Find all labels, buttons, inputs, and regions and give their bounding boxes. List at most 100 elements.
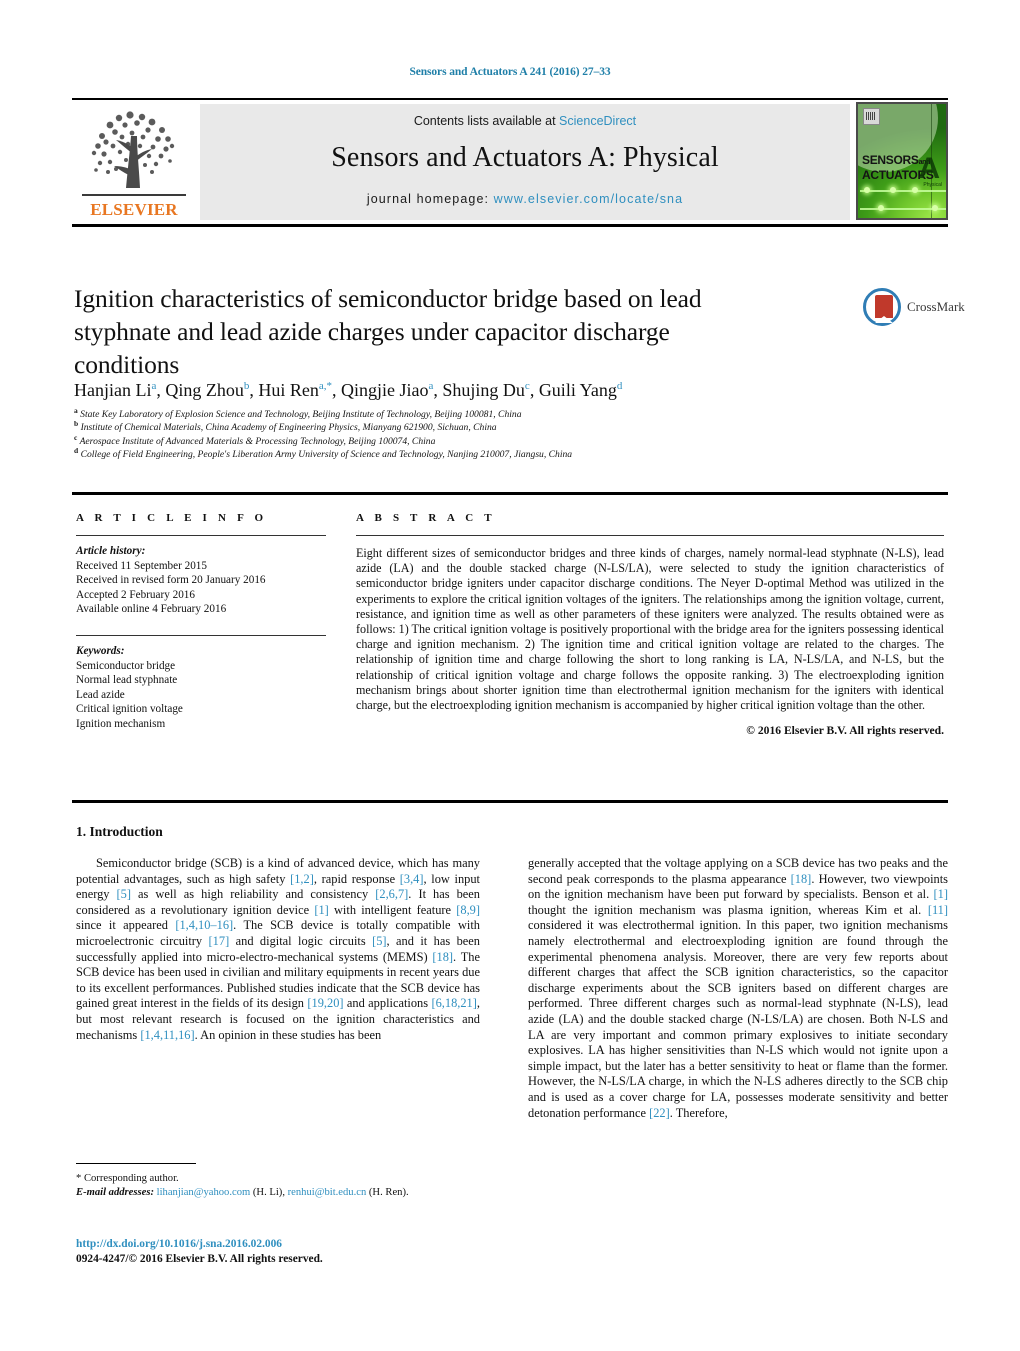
paper-page: Sensors and Actuators A 241 (2016) 27–33 <box>0 0 1020 1351</box>
citation-ref[interactable]: [1] <box>934 887 948 901</box>
author-name: Qing Zhou <box>165 380 244 400</box>
author-name: Hanjian Li <box>74 380 152 400</box>
doi-link[interactable]: http://dx.doi.org/10.1016/j.sna.2016.02.… <box>76 1237 506 1252</box>
abstract-column: A B S T R A C T Eight different sizes of… <box>356 512 944 737</box>
homepage-label: journal homepage: <box>366 192 494 206</box>
citation-ref[interactable]: [1,4,10–16] <box>175 918 233 932</box>
section-heading-introduction: 1. Introduction <box>76 824 163 839</box>
citation-ref[interactable]: [5] <box>117 887 131 901</box>
email-line: E-mail addresses: lihanjian@yahoo.com (H… <box>76 1186 496 1200</box>
crossmark-badge[interactable]: CrossMark <box>863 288 965 328</box>
author-affil-mark: d <box>616 380 623 392</box>
author-name: Shujing Du <box>442 380 525 400</box>
affiliation-text: Aerospace Institute of Advanced Material… <box>77 435 436 447</box>
article-history-label: Article history: <box>76 545 146 557</box>
cover-network-dot <box>890 187 896 193</box>
author-name: Hui Ren <box>258 380 319 400</box>
keyword-item: Normal lead styphnate <box>76 674 178 687</box>
journal-masthead: ELSEVIER Contents lists available at Sci… <box>72 98 948 228</box>
keyword-item: Ignition mechanism <box>76 717 166 730</box>
body-text: since it appeared <box>76 918 176 933</box>
cover-network-dot <box>864 187 870 193</box>
contents-available-line: Contents lists available at ScienceDirec… <box>200 114 850 128</box>
sciencedirect-link[interactable]: ScienceDirect <box>559 114 636 128</box>
citation-ref[interactable]: [2,6,7] <box>375 887 408 901</box>
body-text: thought the ignition mechanism was plasm… <box>528 902 928 917</box>
intro-paragraph-right: generally accepted that the voltage appl… <box>528 856 948 1121</box>
keyword-item: Critical ignition voltage <box>76 703 183 716</box>
homepage-url-link[interactable]: www.elsevier.com/locate/sna <box>494 192 684 206</box>
author-name: Guili Yang <box>538 380 617 400</box>
history-lines: Received 11 September 2015 Received in re… <box>76 560 266 616</box>
doi-block: http://dx.doi.org/10.1016/j.sna.2016.02.… <box>76 1237 506 1267</box>
keyword-item: Semiconductor bridge <box>76 659 176 672</box>
citation-ref[interactable]: [3,4] <box>400 872 424 886</box>
author-separator: , <box>332 380 342 400</box>
citation-ref[interactable]: [1] <box>314 903 328 917</box>
affiliation-text: State Key Laboratory of Explosion Scienc… <box>77 409 522 420</box>
cover-network-dot <box>878 205 884 211</box>
affiliation-item: c Aerospace Institute of Advanced Materi… <box>74 433 934 448</box>
keyword-item: Lead azide <box>76 688 125 701</box>
body-text: considered it was electrothermal ignitio… <box>528 918 948 1120</box>
elsevier-tree-ground <box>82 194 186 196</box>
email-owner-2: (H. Ren). <box>368 1187 409 1198</box>
affiliation-item: a State Key Laboratory of Explosion Scie… <box>74 407 934 421</box>
elsevier-badge-icon <box>863 108 880 125</box>
citation-ref[interactable]: [1,2] <box>290 872 314 886</box>
body-text: , rapid response <box>313 871 400 886</box>
citation-ref[interactable]: [5] <box>372 934 386 948</box>
cover-series-letter: A <box>918 152 940 185</box>
cover-series-sub: Physical <box>923 182 942 188</box>
cover-line1: SENSORS <box>862 153 919 167</box>
affiliation-item: d College of Field Engineering, People's… <box>74 447 934 461</box>
citation-ref[interactable]: [19,20] <box>307 996 343 1010</box>
body-column-right: generally accepted that the voltage appl… <box>528 856 948 1121</box>
running-head: Sensors and Actuators A 241 (2016) 27–33 <box>409 66 611 78</box>
footnote-block: * Corresponding author. E-mail addresses… <box>76 1172 496 1200</box>
citation-ref[interactable]: [11] <box>928 903 948 917</box>
history-line: Received 11 September 2015 <box>76 559 207 572</box>
history-line: Available online 4 February 2016 <box>76 603 227 616</box>
elsevier-tree-icon <box>91 111 175 188</box>
citation-ref[interactable]: [22] <box>649 1106 670 1120</box>
article-info-rule <box>76 535 326 536</box>
history-line: Accepted 2 February 2016 <box>76 588 195 601</box>
affiliation-item: b Institute of Chemical Materials, China… <box>74 420 934 434</box>
crossmark-label: CrossMark <box>907 299 965 314</box>
footnote-rule <box>76 1163 196 1165</box>
citation-ref[interactable]: [1,4,11,16] <box>140 1028 194 1042</box>
cover-network-dot <box>932 205 938 211</box>
intro-paragraph-left: Semiconductor bridge (SCB) is a kind of … <box>76 856 480 1043</box>
article-info-heading: A R T I C L E I N F O <box>76 512 268 524</box>
journal-cover-thumbnail: SENSORSand ACTUATORS A Physical <box>856 102 948 220</box>
elsevier-logo: ELSEVIER <box>74 104 192 222</box>
email-link-1[interactable]: lihanjian@yahoo.com <box>157 1187 251 1198</box>
body-text: with intelligent feature <box>328 902 457 917</box>
info-top-rule <box>72 492 948 495</box>
abstract-text: Eight different sizes of semiconductor b… <box>356 546 944 713</box>
author-affil-mark: a,* <box>318 380 333 392</box>
affiliation-text: Institute of Chemical Materials, China A… <box>78 422 497 434</box>
email-link-2[interactable]: renhui@bit.edu.cn <box>288 1187 367 1198</box>
citation-ref[interactable]: [17] <box>209 934 230 948</box>
page-title: Ignition characteristics of semiconducto… <box>74 284 702 379</box>
citation-ref[interactable]: [8,9] <box>456 903 480 917</box>
citation-ref[interactable]: [18] <box>791 872 812 886</box>
abstract-bottom-rule <box>72 800 948 803</box>
elsevier-wordmark: ELSEVIER <box>90 200 178 219</box>
journal-homepage-line: journal homepage: www.elsevier.com/locat… <box>200 192 850 206</box>
keywords-rule <box>76 634 326 636</box>
masthead-top-rule <box>72 98 948 101</box>
body-text: . Therefore, <box>669 1105 728 1120</box>
keyword-lines: Semiconductor bridge Normal lead styphnat… <box>76 660 183 730</box>
body-column-left: 1. Introduction Semiconductor bridge (SC… <box>76 824 480 1043</box>
affiliation-list: a State Key Laboratory of Explosion Scie… <box>74 407 934 462</box>
cover-network-dot <box>912 187 918 193</box>
history-line: Received in revised form 20 January 2016 <box>76 574 266 587</box>
affiliation-text: College of Field Engineering, People's L… <box>78 449 573 461</box>
citation-ref[interactable]: [18] <box>432 950 453 964</box>
citation-ref[interactable]: [6,18,21] <box>431 996 476 1010</box>
body-text: . An opinion in these studies has been <box>194 1027 382 1042</box>
keywords-block: Keywords: Semiconductor bridge Normal lea… <box>76 644 326 732</box>
